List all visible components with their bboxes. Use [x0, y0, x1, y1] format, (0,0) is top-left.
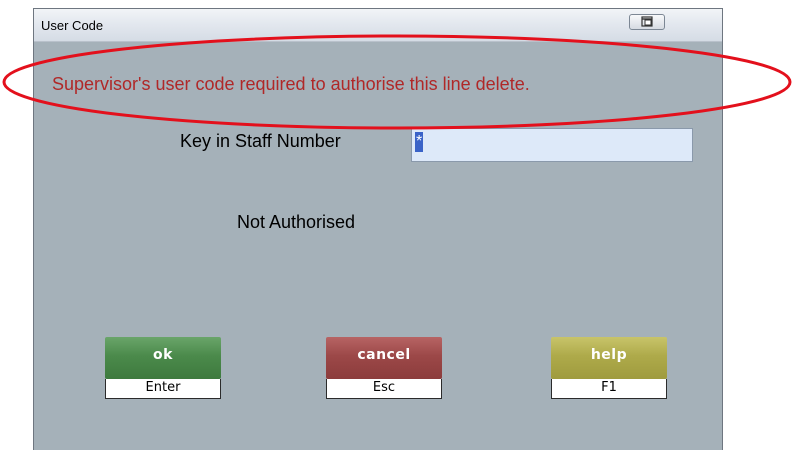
- cancel-button-label: cancel: [326, 337, 442, 379]
- ok-button[interactable]: ok Enter: [105, 337, 221, 401]
- help-button-label: help: [551, 337, 667, 379]
- staff-number-value: *: [415, 132, 424, 152]
- supervisor-required-message: Supervisor's user code required to autho…: [52, 74, 530, 94]
- dialog-client-area: Supervisor's user code required to autho…: [34, 42, 722, 450]
- user-code-dialog: User Code Supervisor's user code require…: [33, 8, 723, 450]
- restore-button[interactable]: [629, 14, 665, 30]
- ok-button-shortcut: Enter: [105, 379, 221, 399]
- restore-window-icon: [641, 16, 653, 27]
- ok-button-label: ok: [105, 337, 221, 379]
- staff-number-label: Key in Staff Number: [180, 131, 341, 151]
- title-bar: User Code: [34, 9, 722, 42]
- help-button[interactable]: help F1: [551, 337, 667, 401]
- cancel-button-shortcut: Esc: [326, 379, 442, 399]
- window-title: User Code: [41, 18, 104, 33]
- cancel-button[interactable]: cancel Esc: [326, 337, 442, 401]
- help-button-shortcut: F1: [551, 379, 667, 399]
- screenshot-stage: User Code Supervisor's user code require…: [0, 0, 795, 450]
- authorisation-status: Not Authorised: [237, 212, 356, 232]
- staff-number-input[interactable]: *: [411, 128, 693, 162]
